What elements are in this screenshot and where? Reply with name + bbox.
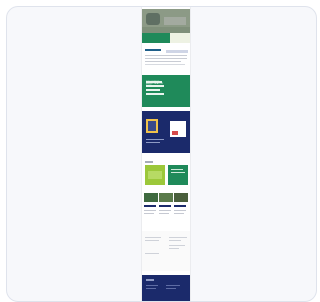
hero-photo [142,9,190,43]
preview-card: THE SCIENCE BEHIND HEALTHY FOOD [6,6,317,302]
intro-text [142,47,190,73]
lime-callout [142,157,190,189]
page-thumbnail[interactable]: THE SCIENCE BEHIND HEALTHY FOOD [142,7,190,301]
text-columns [142,231,190,271]
green-banner: THE SCIENCE BEHIND HEALTHY FOOD [142,75,190,107]
navy-feature [142,111,190,153]
navy-footer [142,275,190,301]
photo-grid [142,193,190,229]
